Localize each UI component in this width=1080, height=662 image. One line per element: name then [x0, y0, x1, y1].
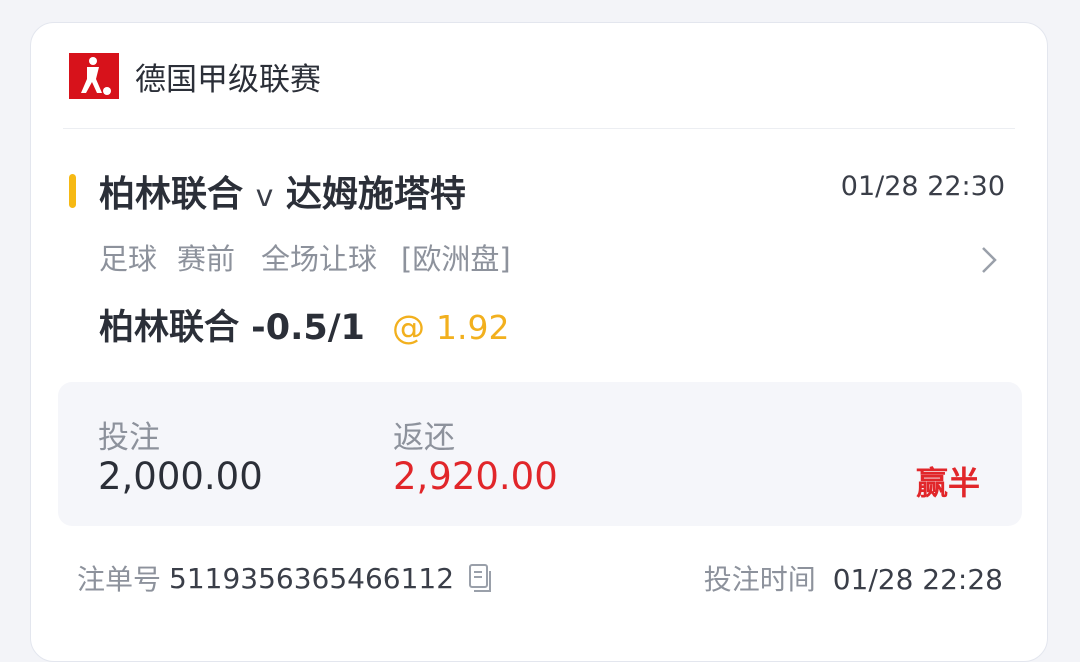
order-label: 注单号 [77, 563, 162, 596]
market-label: 全场让球 [261, 242, 378, 276]
match-time: 01/28 22:30 [840, 171, 1005, 202]
stake-value: 2,000.00 [98, 455, 263, 498]
return-value: 2,920.00 [393, 455, 558, 498]
divider [63, 128, 1015, 129]
bet-time-value: 01/28 22:28 [832, 563, 1003, 596]
vs-label: v [255, 179, 274, 214]
stage-label: 赛前 [177, 242, 236, 276]
bet-info: 足球 赛前 全场让球 [欧洲盘] [99, 236, 531, 278]
bet-time-label: 投注时间 [703, 563, 816, 596]
order-number: 5119356365466112 [169, 561, 455, 595]
odds-value: 1.92 [436, 308, 510, 347]
result-status: 赢半 [915, 464, 980, 502]
league-header: 德国甲级联赛 [69, 53, 321, 99]
selection: 柏林联合 -0.5/1 [99, 308, 365, 348]
sport-label: 足球 [99, 242, 158, 276]
match-row: 柏林联合 v 达姆施塔特 01/28 22:30 [69, 165, 1005, 215]
chevron-right-icon[interactable] [979, 245, 999, 275]
stake-summary: 投注 2,000.00 返还 2,920.00 赢半 [58, 382, 1022, 526]
copy-icon[interactable] [468, 563, 492, 593]
accent-bar [69, 174, 76, 208]
odds-type-label: [欧洲盘] [401, 242, 511, 276]
bundesliga-logo-icon [69, 53, 119, 99]
bet-time: 投注时间 01/28 22:28 [704, 558, 1003, 598]
odds-at-symbol: @ [391, 308, 425, 347]
bet-card[interactable]: 德国甲级联赛 柏林联合 v 达姆施塔特 01/28 22:30 足球 赛前 全场让球… [30, 22, 1048, 662]
return-label: 返还 [393, 420, 455, 456]
home-team: 柏林联合 [99, 174, 244, 215]
away-team: 达姆施塔特 [285, 174, 466, 215]
selection-row: 柏林联合 -0.5/1 @ 1.92 [99, 299, 510, 350]
order-info: 注单号 5119356365466112 [77, 558, 492, 598]
match-title: 柏林联合 v 达姆施塔特 [99, 165, 466, 217]
league-name: 德国甲级联赛 [135, 61, 321, 98]
stake-label: 投注 [98, 420, 160, 456]
